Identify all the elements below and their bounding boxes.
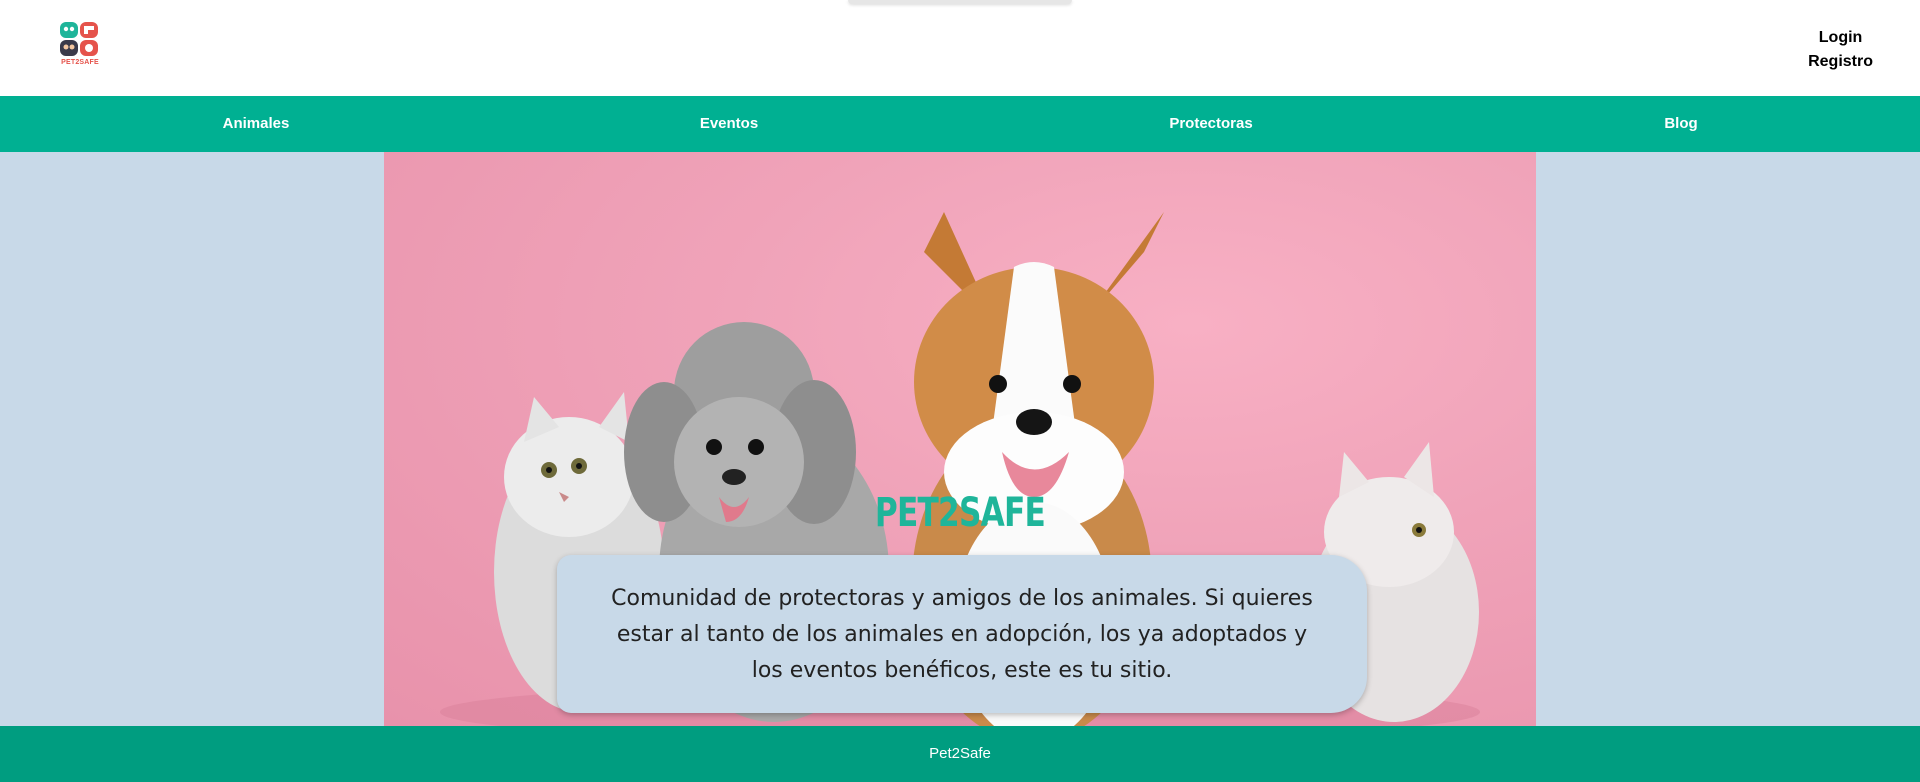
description-card: Comunidad de protectoras y amigos de los… <box>557 555 1367 713</box>
hero-banner: PET2SAFE Comunidad de protectoras y amig… <box>384 152 1536 726</box>
hero-title: PET2SAFE <box>874 490 1046 536</box>
login-link[interactable]: Login <box>1808 26 1873 50</box>
nav-item-animales[interactable]: Animales <box>223 96 290 152</box>
top-tab-handle[interactable] <box>848 0 1072 4</box>
nav-item-eventos[interactable]: Eventos <box>700 96 758 152</box>
hero-description: Comunidad de protectoras y amigos de los… <box>611 586 1313 683</box>
pets-logo-icon <box>60 22 98 56</box>
register-link[interactable]: Registro <box>1808 50 1873 74</box>
site-header: PET2SAFE Login Registro <box>0 0 1920 96</box>
site-footer: Pet2Safe <box>0 726 1920 782</box>
nav-item-blog[interactable]: Blog <box>1664 96 1697 152</box>
nav-item-protectoras[interactable]: Protectoras <box>1169 96 1252 152</box>
auth-links: Login Registro <box>1808 26 1873 74</box>
main-nav: Animales Eventos Protectoras Blog <box>0 96 1920 152</box>
pet2safe-logo[interactable]: PET2SAFE <box>58 22 102 70</box>
footer-text: Pet2Safe <box>929 745 991 762</box>
logo-text: PET2SAFE <box>61 59 99 66</box>
